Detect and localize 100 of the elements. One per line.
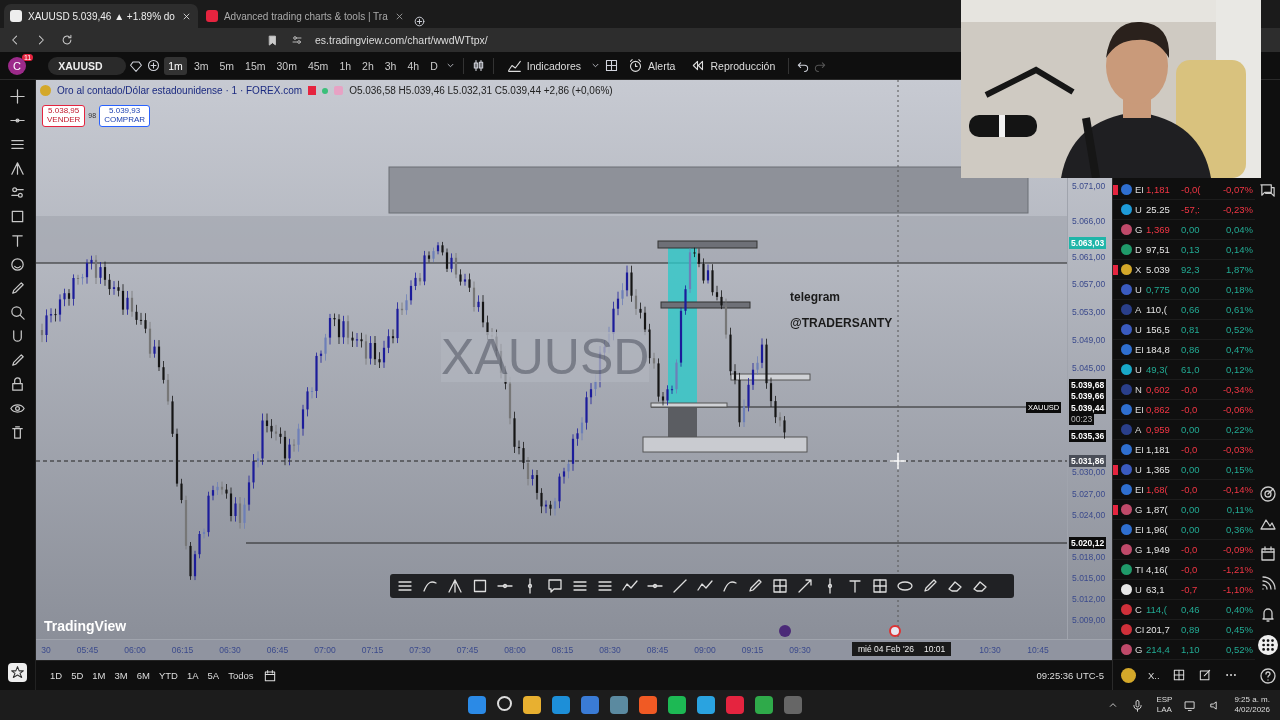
help-icon[interactable] bbox=[1258, 667, 1277, 685]
buy-button[interactable]: 5.039,93 COMPRAR bbox=[99, 105, 151, 127]
range-button[interactable]: 3M bbox=[114, 670, 128, 681]
calendar-icon[interactable] bbox=[262, 668, 277, 683]
diamond-icon[interactable] bbox=[129, 58, 144, 73]
browser-tab[interactable]: XAUUSD 5.039,46 ▲ +1.89% do bbox=[4, 4, 198, 28]
watchlist-row[interactable]: A 110,( 0,66 0,61% bbox=[1113, 300, 1255, 320]
pitchfork-icon[interactable] bbox=[9, 160, 26, 177]
new-tab-icon[interactable] bbox=[412, 15, 426, 28]
callout-icon[interactable] bbox=[546, 577, 564, 595]
apps-icon[interactable] bbox=[1257, 635, 1278, 655]
search-icon[interactable] bbox=[497, 696, 512, 711]
interval-tab[interactable]: 30m bbox=[272, 56, 301, 75]
alert-button[interactable]: Alerta bbox=[622, 56, 682, 75]
interval-tab[interactable]: 45m bbox=[303, 56, 333, 75]
pencil-icon[interactable] bbox=[9, 352, 26, 369]
interval-tab[interactable]: 5m bbox=[215, 56, 239, 75]
interval-tab[interactable]: 1h bbox=[335, 56, 356, 75]
network-icon[interactable] bbox=[1184, 698, 1198, 712]
layout-code[interactable]: LAA bbox=[1156, 705, 1172, 715]
site-settings-icon[interactable] bbox=[291, 34, 303, 46]
range-button[interactable]: 6M bbox=[136, 670, 150, 681]
edit-icon[interactable] bbox=[1197, 668, 1212, 682]
watchlist-row[interactable]: EI 0,862 -0,0 -0,06% bbox=[1113, 400, 1255, 420]
watchlist-row[interactable]: CI 201,7 0,89 0,45% bbox=[1113, 620, 1255, 640]
pencil-icon[interactable] bbox=[921, 577, 939, 595]
range-button[interactable]: YTD bbox=[158, 670, 178, 681]
watchlist-row[interactable]: U 25.25 -57,: -0,23% bbox=[1113, 200, 1255, 220]
watchlist-row[interactable]: C 114,( 0,46 0,40% bbox=[1113, 600, 1255, 620]
target-icon[interactable] bbox=[1258, 485, 1277, 503]
pencil-icon[interactable] bbox=[9, 280, 26, 297]
add-symbol-icon[interactable] bbox=[146, 58, 162, 73]
diagonal-line-icon[interactable] bbox=[671, 577, 689, 595]
clock-time[interactable]: 9:25 a. m. bbox=[1234, 695, 1270, 705]
star-icon[interactable] bbox=[8, 663, 27, 682]
watchlist-row[interactable]: EI 1,181 -0,0 -0,03% bbox=[1113, 440, 1255, 460]
watchlist-row[interactable]: G 1,369 0,00 0,04% bbox=[1113, 220, 1255, 240]
smiley-icon[interactable] bbox=[9, 256, 26, 273]
watchlist-row[interactable]: U 63,1 -0,7 -1,10% bbox=[1113, 580, 1255, 600]
rectangle-icon[interactable] bbox=[9, 208, 26, 225]
watchlist-row[interactable]: U 156,5 0,81 0,52% bbox=[1113, 320, 1255, 340]
range-button[interactable]: 1D bbox=[50, 670, 63, 681]
range-button[interactable]: 1A bbox=[186, 670, 199, 681]
app-icon[interactable] bbox=[726, 696, 744, 714]
watchlist-symbol[interactable]: X.. bbox=[1148, 669, 1160, 681]
sell-button[interactable]: 5.038,95 VENDER bbox=[42, 105, 86, 127]
arrow-icon[interactable] bbox=[796, 577, 814, 595]
pencil-icon[interactable] bbox=[746, 577, 764, 595]
watchlist-row[interactable]: U 1,365 0,00 0,15% bbox=[1113, 460, 1255, 480]
watchlist-row[interactable]: EI 184,8 0,86 0,47% bbox=[1113, 340, 1255, 360]
bookmark-icon[interactable] bbox=[266, 33, 279, 47]
trash-icon[interactable] bbox=[9, 424, 26, 441]
interval-tab[interactable]: 4h bbox=[403, 56, 424, 75]
interval-tab[interactable]: 15m bbox=[241, 56, 270, 75]
range-button[interactable]: Todos bbox=[228, 670, 254, 681]
language-code[interactable]: ESP bbox=[1156, 695, 1173, 705]
watchlist-row[interactable]: EI 1,96( 0,00 0,36% bbox=[1113, 520, 1255, 540]
app-icon[interactable] bbox=[610, 696, 628, 714]
microphone-icon[interactable] bbox=[1131, 698, 1145, 712]
interval-tab[interactable]: D bbox=[426, 56, 442, 75]
interval-tab[interactable]: 3m bbox=[189, 56, 213, 75]
watchlist-row[interactable]: X 5.039 92,3 1,87% bbox=[1113, 260, 1255, 280]
rectangle-icon[interactable] bbox=[471, 577, 489, 595]
layout-icon[interactable] bbox=[604, 58, 619, 73]
watchlist-row[interactable]: G 1,87( 0,00 0,11% bbox=[1113, 500, 1255, 520]
grid-icon[interactable] bbox=[871, 577, 889, 595]
replay-button[interactable]: Reproducción bbox=[684, 56, 782, 75]
zoom-icon[interactable] bbox=[9, 304, 26, 321]
watchlist-row[interactable]: U 49,3( 61,0 0,12% bbox=[1113, 360, 1255, 380]
watchlist-row[interactable]: TI 4,16( -0,0 -1,21% bbox=[1113, 560, 1255, 580]
watchlist-row[interactable]: G 1,949 -0,0 -0,09% bbox=[1113, 540, 1255, 560]
indicators-button[interactable]: Indicadores bbox=[500, 56, 587, 75]
sliders-icon[interactable] bbox=[9, 184, 26, 201]
watchlist-row[interactable]: EI 1,68( -0,0 -0,14% bbox=[1113, 480, 1255, 500]
interval-tab[interactable]: 2h bbox=[358, 56, 378, 75]
grid-icon[interactable] bbox=[771, 577, 789, 595]
symbol-text: N bbox=[1135, 384, 1143, 395]
watchlist-row[interactable]: D 97,51 0,13 0,14% bbox=[1113, 240, 1255, 260]
browser-tab[interactable]: Advanced trading charts & tools | Tra bbox=[199, 4, 411, 28]
watchlist-row[interactable]: N 0,602 -0,0 -0,34% bbox=[1113, 380, 1255, 400]
symbol-search[interactable]: XAUUSD bbox=[48, 56, 127, 75]
crosshair-icon[interactable] bbox=[9, 88, 26, 105]
lock-icon[interactable] bbox=[9, 376, 26, 393]
range-button[interactable]: 5A bbox=[207, 670, 220, 681]
text-tool-icon[interactable] bbox=[9, 232, 26, 249]
chat-icon[interactable] bbox=[1259, 182, 1276, 199]
watchlist-row[interactable]: A 0,959 0,00 0,22% bbox=[1113, 420, 1255, 440]
interval-tab[interactable]: 1m bbox=[164, 56, 187, 75]
reload-icon[interactable] bbox=[60, 33, 74, 47]
interval-tab[interactable]: 3h bbox=[380, 56, 401, 75]
calendar-icon[interactable] bbox=[1258, 545, 1277, 563]
symbol-text: U bbox=[1135, 464, 1143, 475]
watchlist-row[interactable]: EI 1,181 -0,0( -0,07% bbox=[1113, 180, 1255, 200]
layout-icon[interactable] bbox=[1171, 668, 1186, 682]
range-button[interactable]: 1M bbox=[92, 670, 106, 681]
range-button[interactable]: 5D bbox=[71, 670, 84, 681]
clock-date[interactable]: 4/02/2026 bbox=[1234, 705, 1270, 715]
pitchfork-icon[interactable] bbox=[446, 577, 464, 595]
address-bar[interactable]: es.tradingview.com/chart/wwdWTtpx/ bbox=[315, 34, 488, 46]
watchlist-row[interactable]: U 0,775 0,00 0,18% bbox=[1113, 280, 1255, 300]
